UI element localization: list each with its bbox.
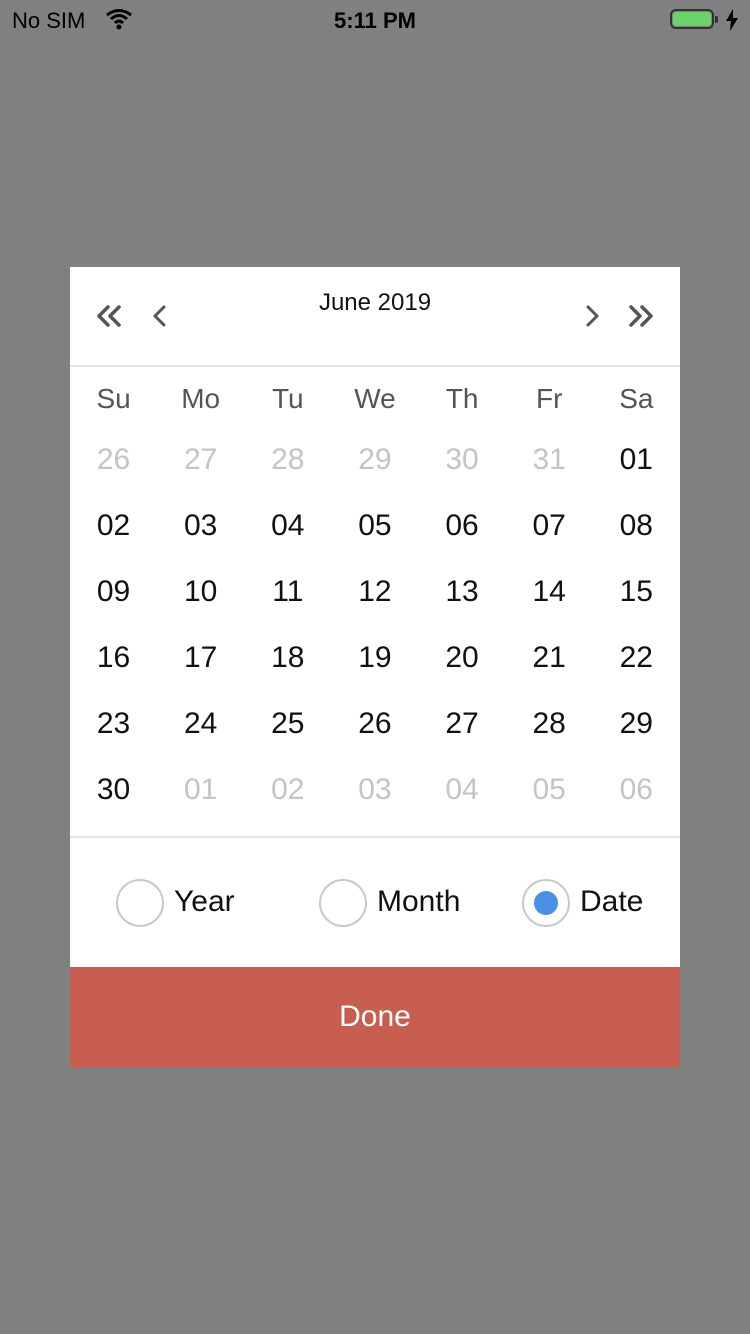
calendar-day[interactable]: 02 [70, 493, 157, 559]
chevron-right-icon [586, 305, 599, 327]
calendar-day-outside-month[interactable]: 29 [331, 427, 418, 493]
weekday-label: Fr [535, 383, 563, 414]
calendar-day[interactable]: 22 [593, 625, 680, 691]
weekday-label: We [354, 383, 396, 414]
calendar-day[interactable]: 03 [157, 493, 244, 559]
mode-label: Date [580, 885, 644, 918]
weekday-label: Tu [271, 383, 304, 414]
weekday-label: Su [96, 383, 131, 414]
calendar-day[interactable]: 19 [331, 625, 418, 691]
calendar-day[interactable]: 12 [331, 559, 418, 625]
date-picker-modal: June 2019 Su Mo Tu We Th Fr Sa 26 27 28 29 3… [70, 267, 680, 1067]
next-month-button[interactable] [574, 301, 610, 331]
days-grid: 26 27 28 29 30 31 01 02 03 04 05 06 07 08 09 10 11 12 13 14… [70, 427, 680, 823]
calendar-day[interactable]: 07 [506, 493, 593, 559]
calendar-day[interactable]: 30 [70, 757, 157, 823]
calendar-day[interactable]: 17 [157, 625, 244, 691]
calendar-day[interactable]: 11 [244, 559, 331, 625]
weekday-label: Sa [619, 383, 654, 414]
calendar-day[interactable]: 06 [419, 493, 506, 559]
next-year-button[interactable] [622, 301, 658, 331]
calendar-day-outside-month[interactable]: 28 [244, 427, 331, 493]
calendar-header: June 2019 [70, 267, 680, 367]
calendar-day[interactable]: 08 [593, 493, 680, 559]
calendar-day[interactable]: 18 [244, 625, 331, 691]
mode-label: Year [174, 885, 235, 918]
calendar-day[interactable]: 01 [593, 427, 680, 493]
mode-label: Month [377, 885, 461, 918]
calendar-day-outside-month[interactable]: 05 [506, 757, 593, 823]
done-button[interactable]: Done [70, 967, 680, 1067]
calendar-day-outside-month[interactable]: 02 [244, 757, 331, 823]
calendar-day[interactable]: 05 [331, 493, 418, 559]
calendar-day-outside-month[interactable]: 26 [70, 427, 157, 493]
calendar-day-outside-month[interactable]: 03 [331, 757, 418, 823]
calendar-day[interactable]: 20 [419, 625, 506, 691]
calendar-day[interactable]: 10 [157, 559, 244, 625]
calendar-day[interactable]: 14 [506, 559, 593, 625]
calendar-day[interactable]: 13 [419, 559, 506, 625]
calendar-day-outside-month[interactable]: 01 [157, 757, 244, 823]
calendar-day[interactable]: 29 [593, 691, 680, 757]
calendar-day[interactable]: 24 [157, 691, 244, 757]
calendar-day[interactable]: 21 [506, 625, 593, 691]
calendar-day[interactable]: 28 [506, 691, 593, 757]
divider [70, 836, 680, 838]
radio-selected-dot [534, 891, 558, 915]
double-chevron-right-icon [629, 305, 653, 327]
calendar-day-outside-month[interactable]: 04 [419, 757, 506, 823]
picker-mode-selector: Year Month Date [70, 875, 680, 931]
radio-button[interactable] [319, 879, 367, 927]
calendar-day[interactable]: 04 [244, 493, 331, 559]
calendar-day-outside-month[interactable]: 06 [593, 757, 680, 823]
weekday-label: Th [445, 383, 479, 414]
calendar-day-outside-month[interactable]: 27 [157, 427, 244, 493]
battery-icon [670, 9, 718, 31]
battery-fill [673, 12, 711, 26]
status-bar: No SIM 5:11 PM [0, 0, 750, 40]
calendar-day[interactable]: 09 [70, 559, 157, 625]
calendar-day[interactable]: 15 [593, 559, 680, 625]
calendar-day[interactable]: 16 [70, 625, 157, 691]
weekday-label: Mo [181, 383, 221, 414]
calendar-day[interactable]: 25 [244, 691, 331, 757]
weekday-header-row: Su Mo Tu We Th Fr Sa [70, 379, 680, 419]
calendar-day[interactable]: 23 [70, 691, 157, 757]
radio-button[interactable] [522, 879, 570, 927]
charging-icon [725, 9, 739, 37]
radio-button[interactable] [116, 879, 164, 927]
calendar-day-outside-month[interactable]: 30 [419, 427, 506, 493]
calendar-day-outside-month[interactable]: 31 [506, 427, 593, 493]
calendar-day[interactable]: 27 [419, 691, 506, 757]
calendar-day[interactable]: 26 [331, 691, 418, 757]
status-time: 5:11 PM [334, 8, 416, 33]
